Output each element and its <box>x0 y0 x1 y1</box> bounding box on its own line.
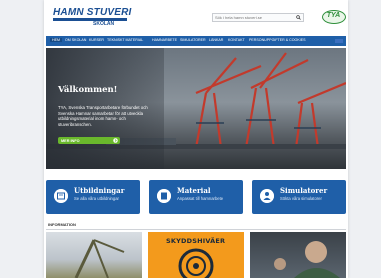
tile-material[interactable]: Material Anpassat till hamnarbete <box>149 180 243 214</box>
nav-item-personuppgifter[interactable]: PERSONUPPGIFTER & COOKIES <box>249 38 306 42</box>
nav-item-lankar[interactable]: LÄNKAR <box>209 38 223 42</box>
tile-utbildningar-subtitle: Se alla våra utbildningar <box>74 196 119 201</box>
nav-item-simulatorer[interactable]: SIMULATORER <box>180 38 206 42</box>
more-info-label: MER INFO <box>61 138 80 143</box>
tile-material-subtitle: Anpassat till hamnarbete <box>177 196 224 201</box>
tile-simulatorer-title: Simulatorer <box>280 186 328 195</box>
nav-item-hem[interactable]: HEM <box>50 38 62 42</box>
information-heading: INFORMATION <box>48 222 76 227</box>
tile-utbildningar[interactable]: Utbildningar Se alla våra utbildningar <box>46 180 140 214</box>
crane-image <box>74 239 125 278</box>
nav-item-hamnarbete[interactable]: HAMNARBETE <box>152 38 177 42</box>
nav-item-tekniskt-material[interactable]: TEKNISKT MATERIAL <box>107 38 143 42</box>
nav-item-kontakt[interactable]: KONTAKT <box>228 38 245 42</box>
info-thumb-person[interactable] <box>250 232 346 278</box>
info-thumb-skyddshivaer[interactable]: SKYDDSHIVÄER <box>148 232 244 278</box>
person-icon <box>260 189 274 203</box>
language-flag-icon[interactable] <box>335 39 343 43</box>
search-icon[interactable] <box>296 15 301 20</box>
arrow-right-icon <box>113 138 118 143</box>
info-thumb-crane[interactable] <box>46 232 142 278</box>
hero-title: Välkommen! <box>58 85 118 95</box>
tile-simulatorer-subtitle: Sökta våra simulatorer <box>280 196 322 201</box>
tile-material-title: Material <box>177 186 211 195</box>
main-navigation: HEM OM SKOLAN KURSER TEKNISKT MATERIAL H… <box>46 36 346 46</box>
page: HAMN STUVERI SKOLAN TYA HEM OM SKOLAN KU… <box>44 0 348 278</box>
logo-subtext: SKOLAN <box>93 21 115 27</box>
more-info-button[interactable]: MER INFO <box>58 137 120 144</box>
certificate-icon <box>54 189 68 203</box>
tile-utbildningar-title: Utbildningar <box>74 186 125 195</box>
tile-simulatorer[interactable]: Simulatorer Sökta våra simulatorer <box>252 180 346 214</box>
information-divider <box>46 229 346 230</box>
logo-underline <box>53 18 127 21</box>
material-icon <box>157 189 171 203</box>
hero-banner: Välkommen! TYA, Svenska Transportarbetar… <box>46 48 346 169</box>
person-photo <box>274 241 340 278</box>
info-thumb-skyddshivaer-title: SKYDDSHIVÄER <box>166 237 226 245</box>
logo-text: HAMN STUVERI <box>53 7 132 18</box>
nav-item-om-skolan[interactable]: OM SKOLAN <box>65 38 86 42</box>
search-input[interactable] <box>215 14 293 21</box>
hero-description: TYA, Svenska Transportarbetare förbundet… <box>58 105 148 127</box>
nav-item-kurser[interactable]: KURSER <box>89 38 104 42</box>
site-header: HAMN STUVERI SKOLAN TYA <box>44 0 348 36</box>
partner-logo[interactable]: TYA <box>322 10 346 24</box>
partner-logo-text: TYA <box>326 12 341 19</box>
search-box <box>212 13 304 22</box>
site-logo[interactable]: HAMN STUVERI SKOLAN <box>53 7 132 29</box>
